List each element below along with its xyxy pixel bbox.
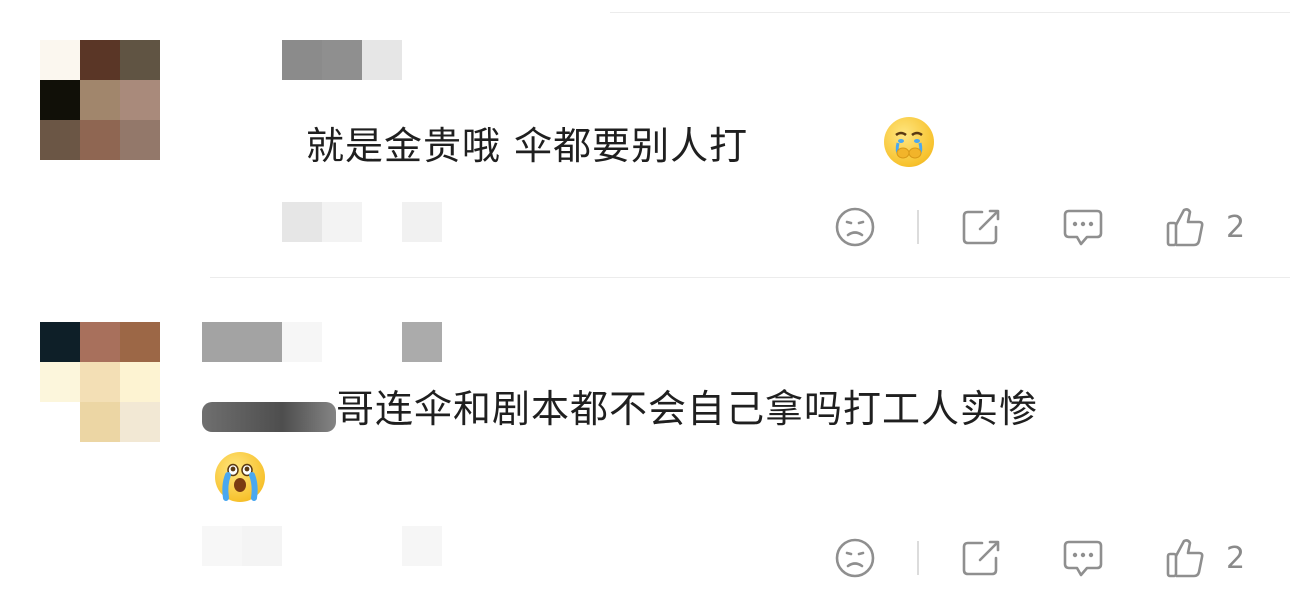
thumbs-up-icon[interactable]	[1164, 205, 1206, 249]
reply-comment-icon[interactable]	[1061, 538, 1105, 580]
loudly-crying-emoji	[215, 452, 265, 502]
thumbs-up-icon[interactable]	[1164, 536, 1206, 580]
comment-text: 就是金贵哦 伞都要别人打	[306, 124, 749, 168]
dislike-face-icon[interactable]	[834, 537, 876, 579]
comment-text: 哥连伞和剧本都不会自己拿吗打工人实惨	[336, 387, 1039, 431]
like-count: 2	[1226, 210, 1246, 245]
action-separator	[917, 541, 919, 575]
share-icon[interactable]	[960, 207, 1002, 247]
reply-comment-icon[interactable]	[1061, 207, 1105, 249]
avatar[interactable]	[40, 322, 160, 442]
like-count: 2	[1226, 541, 1246, 576]
avatar[interactable]	[40, 40, 160, 160]
redacted-smudge	[202, 402, 336, 432]
top-divider	[610, 12, 1290, 13]
action-separator	[917, 210, 919, 244]
crying-covering-mouth-emoji	[884, 117, 934, 167]
dislike-face-icon[interactable]	[834, 206, 876, 248]
comment-divider	[210, 277, 1290, 278]
share-icon[interactable]	[960, 538, 1002, 578]
